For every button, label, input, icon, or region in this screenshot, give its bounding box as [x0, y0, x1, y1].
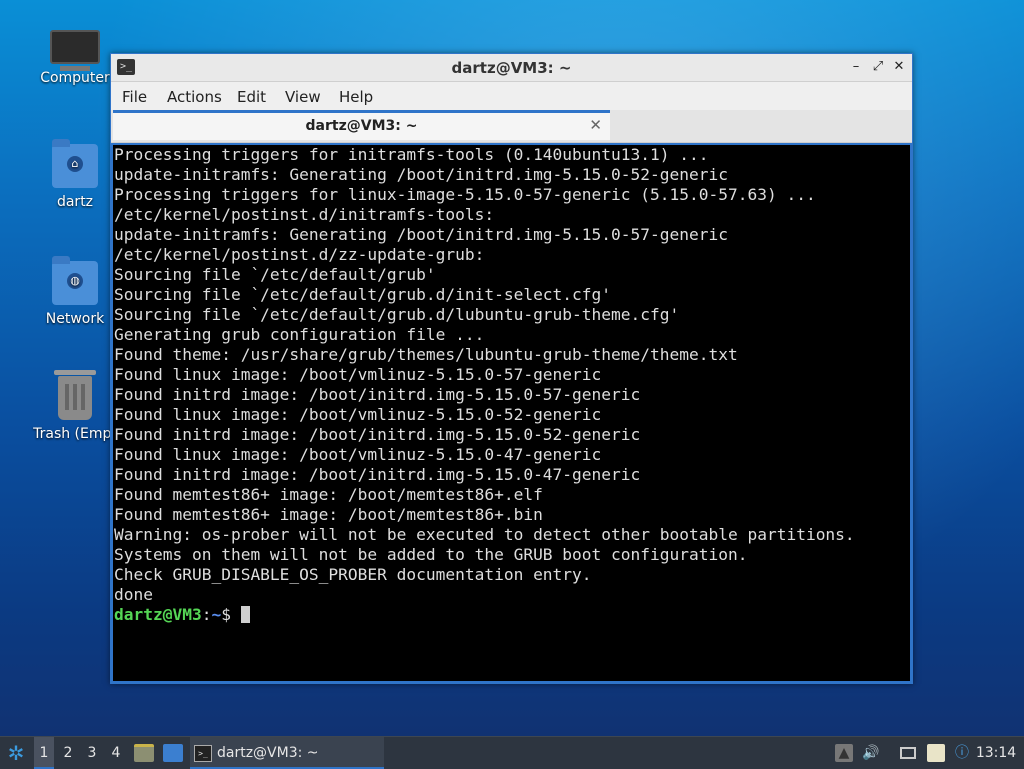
terminal-line: Processing triggers for linux-image-5.15…: [114, 185, 816, 204]
volume-icon[interactable]: 🔊: [862, 744, 880, 762]
close-button[interactable]: ✕: [890, 58, 908, 76]
terminal-line: done: [114, 585, 153, 604]
workspace-1[interactable]: 1: [34, 737, 54, 769]
terminal-line: Found theme: /usr/share/grub/themes/lubu…: [114, 345, 738, 364]
terminal-line: Processing triggers for initramfs-tools …: [114, 145, 709, 164]
taskbar: ✲ 1 2 3 4 >_ dartz@VM3: ~ ▲ 🔊 ⓘ 13:14: [0, 736, 1024, 769]
terminal-line: update-initramfs: Generating /boot/initr…: [114, 165, 728, 184]
terminal-line: Found initrd image: /boot/initrd.img-5.1…: [114, 385, 641, 404]
terminal-line: Sourcing file `/etc/default/grub.d/init-…: [114, 285, 612, 304]
workspace-2[interactable]: 2: [58, 737, 78, 769]
prompt-path: ~: [211, 605, 222, 624]
prompt-user: dartz@VM3: [114, 605, 202, 624]
terminal-line: Systems on them will not be added to the…: [114, 545, 748, 564]
start-menu-button[interactable]: ✲: [4, 737, 28, 769]
taskbar-item-terminal[interactable]: >_ dartz@VM3: ~: [190, 737, 384, 769]
terminal-prompt: dartz@VM3:~$: [113, 605, 910, 625]
tab-bar: dartz@VM3: ~ ✕: [111, 110, 912, 143]
minimize-button[interactable]: –: [847, 58, 865, 76]
terminal-line: Check GRUB_DISABLE_OS_PROBER documentati…: [114, 565, 592, 584]
home-folder-icon: ⌂: [52, 139, 98, 188]
terminal-line: Warning: os-prober will not be executed …: [114, 525, 855, 544]
prompt-separator: :: [201, 605, 212, 624]
terminal-line: Generating grub configuration file ...: [114, 325, 485, 344]
terminal-line: Found memtest86+ image: /boot/memtest86+…: [114, 505, 543, 524]
terminal-line: /etc/kernel/postinst.d/initramfs-tools:: [114, 205, 495, 224]
workspace-4[interactable]: 4: [106, 737, 126, 769]
terminal-line: Sourcing file `/etc/default/grub.d/lubun…: [114, 305, 680, 324]
terminal-output[interactable]: Processing triggers for initramfs-tools …: [113, 145, 910, 681]
tab-label: dartz@VM3: ~: [305, 118, 418, 134]
terminal-line: update-initramfs: Generating /boot/initr…: [114, 225, 728, 244]
prompt-dollar: $: [221, 605, 241, 624]
tab-close-icon[interactable]: ✕: [589, 116, 602, 134]
terminal-line: /etc/kernel/postinst.d/zz-update-grub:: [114, 245, 485, 264]
terminal-line: Found linux image: /boot/vmlinuz-5.15.0-…: [114, 445, 602, 464]
workspace-3[interactable]: 3: [82, 737, 102, 769]
computer-icon: [50, 30, 100, 71]
tab-terminal[interactable]: dartz@VM3: ~ ✕: [113, 110, 610, 140]
taskbar-item-label: dartz@VM3: ~: [217, 745, 319, 761]
terminal-line: Found linux image: /boot/vmlinuz-5.15.0-…: [114, 365, 602, 384]
window-titlebar[interactable]: >_ dartz@VM3: ~ – ⤢ ✕: [111, 54, 912, 82]
menu-bar: File Actions Edit View Help: [111, 82, 912, 110]
menu-help[interactable]: Help: [339, 88, 373, 106]
text-cursor: [240, 606, 250, 623]
menu-view[interactable]: View: [285, 88, 321, 106]
clipboard-icon[interactable]: [927, 744, 945, 762]
terminal-line: Found initrd image: /boot/initrd.img-5.1…: [114, 425, 641, 444]
terminal-line: Found linux image: /boot/vmlinuz-5.15.0-…: [114, 405, 602, 424]
menu-actions[interactable]: Actions: [167, 88, 222, 106]
terminal-line: Found initrd image: /boot/initrd.img-5.1…: [114, 465, 641, 484]
terminal-line: Sourcing file `/etc/default/grub': [114, 265, 436, 284]
trash-icon: [54, 370, 96, 420]
menu-edit[interactable]: Edit: [237, 88, 266, 106]
clock[interactable]: 13:14: [974, 737, 1018, 769]
network-icon[interactable]: [900, 747, 916, 759]
file-manager-launcher-icon[interactable]: [134, 744, 154, 762]
terminal-task-icon: >_: [194, 745, 212, 762]
maximize-button[interactable]: ⤢: [869, 58, 887, 76]
update-notifier-icon[interactable]: ▲: [835, 744, 853, 762]
terminal-line: Found memtest86+ image: /boot/memtest86+…: [114, 485, 543, 504]
window-title: dartz@VM3: ~: [451, 59, 572, 77]
terminal-window: >_ dartz@VM3: ~ – ⤢ ✕ File Actions Edit …: [110, 53, 913, 684]
info-icon[interactable]: ⓘ: [953, 744, 971, 762]
network-folder-icon: ◍: [52, 256, 98, 305]
show-desktop-icon[interactable]: [163, 744, 183, 762]
terminal-lines: Processing triggers for initramfs-tools …: [113, 145, 910, 605]
menu-file[interactable]: File: [122, 88, 147, 106]
